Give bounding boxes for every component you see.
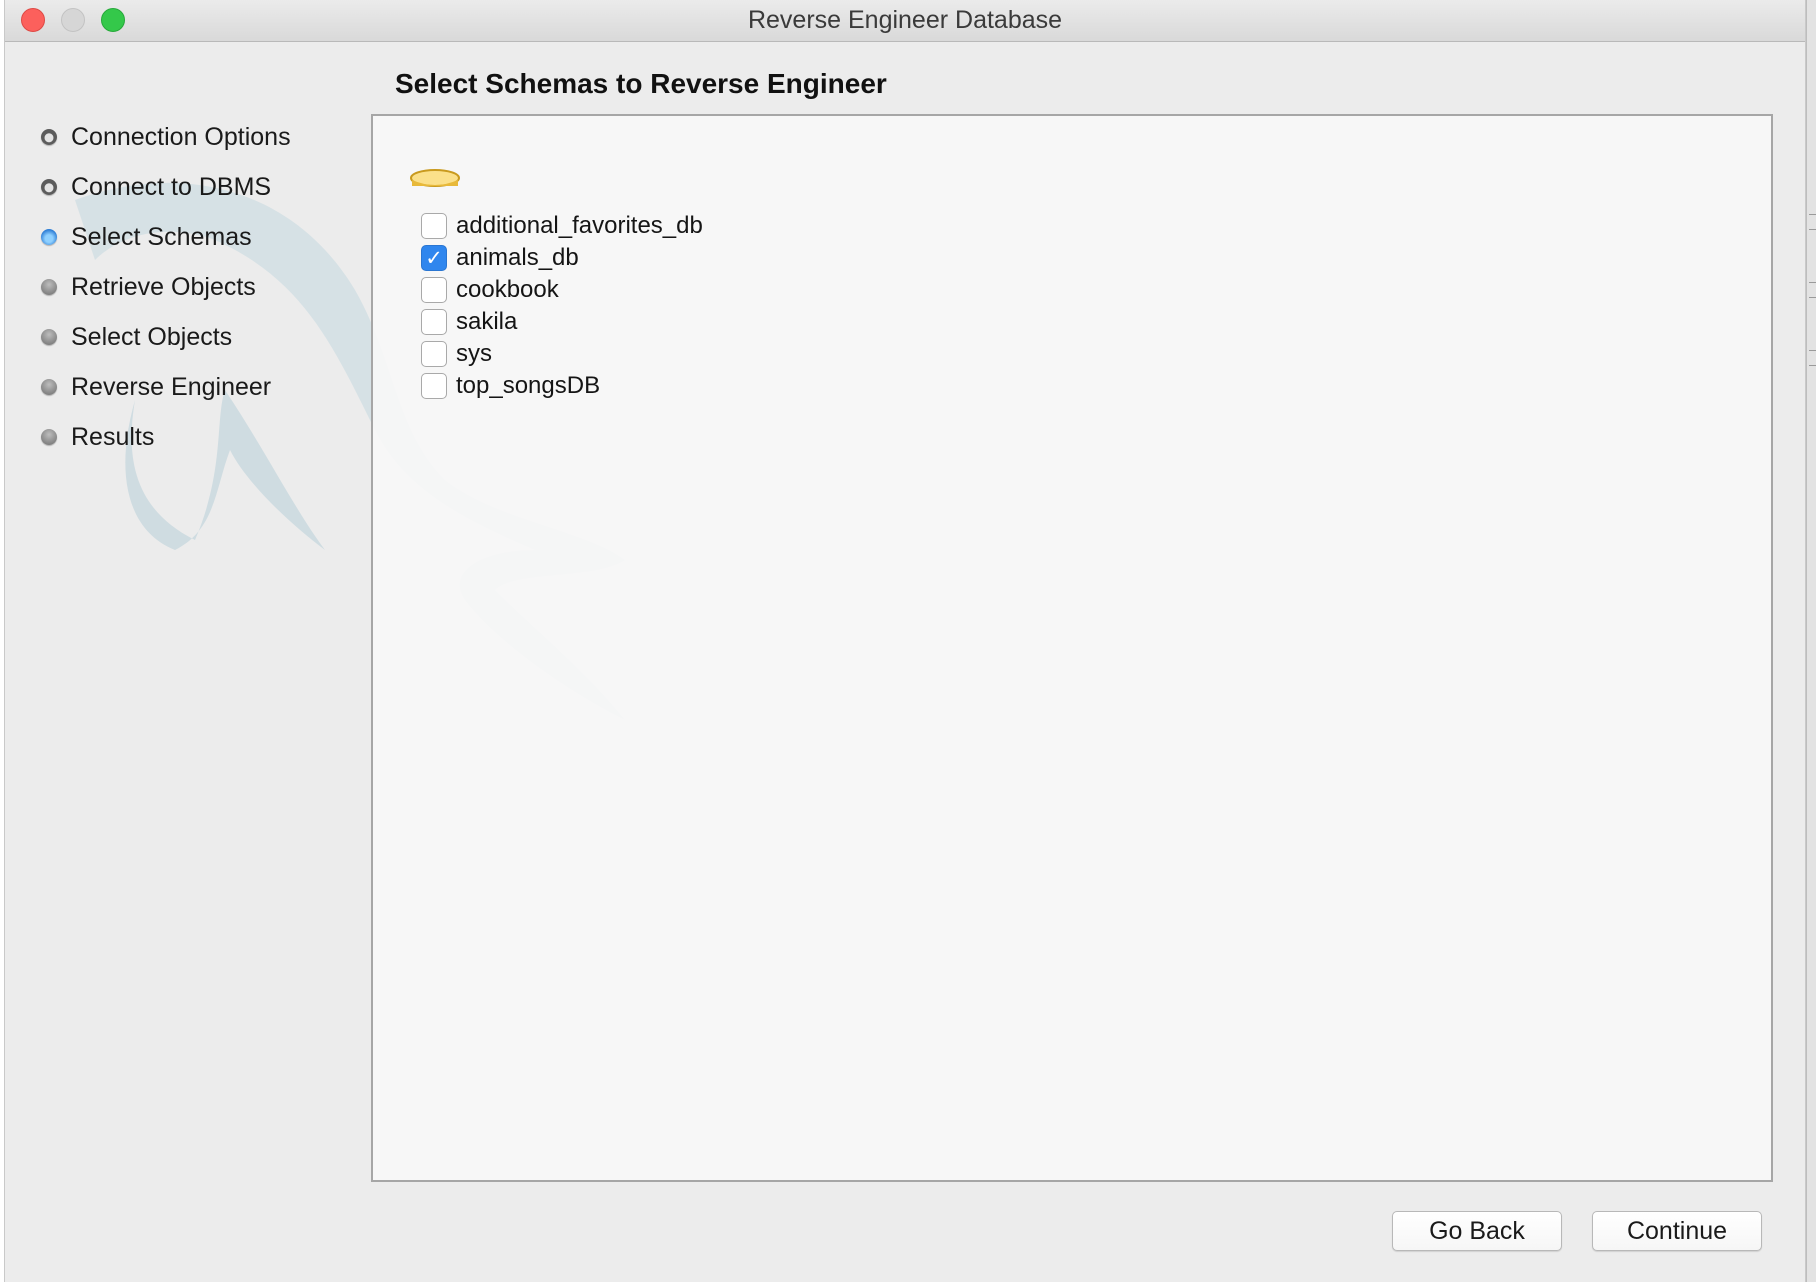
step-label: Connection Options bbox=[71, 122, 291, 151]
schema-row-additional-favorites-db[interactable]: additional_favorites_db bbox=[421, 210, 703, 242]
reverse-engineer-window: Reverse Engineer Database Connection Opt… bbox=[4, 0, 1806, 1282]
window-title: Reverse Engineer Database bbox=[747, 6, 1063, 34]
background-window-edge bbox=[1806, 0, 1816, 1282]
schema-name: cookbook bbox=[456, 276, 559, 303]
step-label: Reverse Engineer bbox=[71, 372, 272, 401]
schema-checkbox[interactable] bbox=[421, 309, 447, 335]
schema-row-sakila[interactable]: sakila bbox=[421, 306, 703, 338]
step-label: Select Schemas bbox=[71, 222, 252, 251]
wizard-steps: Connection Options Connect to DBMS Selec… bbox=[41, 112, 361, 462]
step-current-icon bbox=[41, 229, 57, 245]
step-connect-to-dbms: Connect to DBMS bbox=[41, 162, 361, 212]
schema-checkbox[interactable] bbox=[421, 373, 447, 399]
schema-checkbox[interactable] bbox=[421, 213, 447, 239]
schema-list: additional_favorites_db ✓ animals_db coo… bbox=[421, 210, 703, 402]
schema-name: animals_db bbox=[456, 244, 579, 271]
step-pending-icon bbox=[41, 429, 57, 445]
schema-checkbox[interactable] bbox=[421, 277, 447, 303]
schema-row-sys[interactable]: sys bbox=[421, 338, 703, 370]
step-done-icon bbox=[41, 179, 57, 195]
schema-row-animals-db[interactable]: ✓ animals_db bbox=[421, 242, 703, 274]
step-label: Retrieve Objects bbox=[71, 272, 256, 301]
database-icon[interactable] bbox=[409, 168, 461, 188]
step-select-schemas: Select Schemas bbox=[41, 212, 361, 262]
step-reverse-engineer: Reverse Engineer bbox=[41, 362, 361, 412]
schema-name: sys bbox=[456, 340, 492, 367]
schema-name: sakila bbox=[456, 308, 518, 335]
step-connection-options: Connection Options bbox=[41, 112, 361, 162]
schema-row-top-songsdb[interactable]: top_songsDB bbox=[421, 370, 703, 402]
checkmark-icon: ✓ bbox=[425, 245, 443, 270]
step-results: Results bbox=[41, 412, 361, 462]
step-pending-icon bbox=[41, 379, 57, 395]
background-mark bbox=[1809, 214, 1816, 230]
step-select-objects: Select Objects bbox=[41, 312, 361, 362]
step-pending-icon bbox=[41, 329, 57, 345]
background-mark bbox=[1809, 282, 1816, 298]
title-bar: Reverse Engineer Database bbox=[5, 0, 1805, 42]
schema-checkbox-checked[interactable]: ✓ bbox=[421, 245, 447, 271]
schema-checkbox[interactable] bbox=[421, 341, 447, 367]
step-label: Connect to DBMS bbox=[71, 172, 272, 201]
schema-tree[interactable]: additional_favorites_db ✓ animals_db coo… bbox=[371, 114, 1773, 1182]
step-label: Results bbox=[71, 422, 155, 451]
schema-name: additional_favorites_db bbox=[456, 212, 703, 239]
step-pending-icon bbox=[41, 279, 57, 295]
schema-row-cookbook[interactable]: cookbook bbox=[421, 274, 703, 306]
step-label: Select Objects bbox=[71, 322, 233, 351]
page-title: Select Schemas to Reverse Engineer bbox=[395, 68, 887, 99]
continue-button[interactable]: Continue bbox=[1592, 1211, 1762, 1251]
step-retrieve-objects: Retrieve Objects bbox=[41, 262, 361, 312]
background-mark bbox=[1809, 350, 1816, 366]
go-back-button[interactable]: Go Back bbox=[1392, 1211, 1562, 1251]
schema-name: top_songsDB bbox=[456, 372, 601, 399]
step-done-icon bbox=[41, 129, 57, 145]
